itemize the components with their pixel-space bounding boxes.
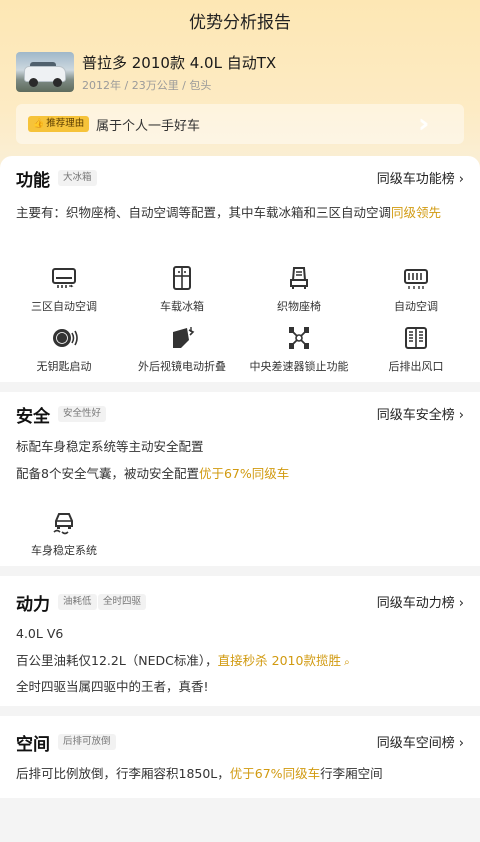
feature-auto-ac: 自动空调 xyxy=(356,264,476,314)
section-title-power: 动力 xyxy=(16,595,50,615)
chevron-right-icon: › xyxy=(458,596,464,611)
power-line-1: 4.0L V6 xyxy=(16,626,64,641)
power-line-3: 全时四驱当属四驱中的王者，真香! xyxy=(16,679,209,694)
power-badge-4wd: 全时四驱 xyxy=(98,594,147,610)
function-badge: 大冰箱 xyxy=(58,170,97,186)
keyless-start-icon xyxy=(50,324,78,352)
power-rank-link[interactable]: 同级车动力榜 › xyxy=(377,592,464,611)
car-title: 普拉多 2010款 4.0L 自动TX xyxy=(82,54,277,72)
section-title-safety: 安全 xyxy=(16,407,50,427)
safety-line-2: 配备8个安全气囊，被动安全配置优于67%同级车 xyxy=(16,466,290,481)
feature-fridge: 车载冰箱 xyxy=(122,264,242,314)
feature-rear-vent: 后排出风口 xyxy=(356,324,476,374)
feature-keyless-start: 无钥匙启动 xyxy=(4,324,124,374)
page-title: 优势分析报告 xyxy=(189,13,291,33)
auto-ac-icon xyxy=(402,264,430,292)
feature-stability-control: 车身稳定系统 xyxy=(4,508,124,558)
space-description: 后排可比例放倒，行李厢容积1850L，优于67%同级车行李厢空间 xyxy=(16,766,383,781)
chevron-right-icon: › xyxy=(458,736,464,751)
stability-control-icon xyxy=(50,508,78,536)
power-badge-fuel: 油耗低 xyxy=(58,594,97,610)
space-card: 空间 后排可放倒 同级车空间榜 › 后排可比例放倒，行李厢容积1850L，优于67… xyxy=(0,716,480,798)
feature-tri-zone-ac: 三区自动空调 xyxy=(4,264,124,314)
chevron-right-icon: › xyxy=(458,408,464,423)
safety-rank-link[interactable]: 同级车安全榜 › xyxy=(377,404,464,423)
car-summary[interactable]: 普拉多 2010款 4.0L 自动TX 2012年 / 23万公里 / 包头 xyxy=(16,52,464,96)
fridge-icon xyxy=(168,264,196,292)
recommend-tag: 👍 推荐理由 xyxy=(28,116,90,132)
safety-line-1: 标配车身稳定系统等主动安全配置 xyxy=(16,439,204,454)
car-meta: 2012年 / 23万公里 / 包头 xyxy=(82,79,212,92)
feature-fabric-seat: 织物座椅 xyxy=(239,264,359,314)
double-chevron-icon: ›› xyxy=(418,109,429,139)
thumbs-up-icon: 👍 xyxy=(33,119,45,129)
feature-mirror-fold: 外后视镜电动折叠 xyxy=(122,324,242,374)
feature-diff-lock: 中央差速器锁止功能 xyxy=(239,324,359,374)
recommend-reason-text: 属于个人一手好车 xyxy=(96,119,201,134)
ac-vent-icon xyxy=(50,264,78,292)
space-badge: 后排可放倒 xyxy=(58,734,116,750)
power-card: 动力 油耗低 全时四驱 同级车动力榜 › 4.0L V6 百公里油耗仅12.2L（… xyxy=(0,576,480,706)
section-title-space: 空间 xyxy=(16,735,50,755)
rear-vent-icon xyxy=(402,324,430,352)
diff-lock-icon xyxy=(285,324,313,352)
chevron-right-icon: › xyxy=(458,172,464,187)
space-rank-link[interactable]: 同级车空间榜 › xyxy=(377,732,464,751)
function-rank-link[interactable]: 同级车功能榜 › xyxy=(377,168,464,187)
search-icon: ⌕ xyxy=(340,657,350,668)
mirror-fold-icon xyxy=(168,324,196,352)
function-description: 主要有：织物座椅、自动空调等配置，其中车载冰箱和三区自动空调同级领先 xyxy=(16,205,442,220)
function-card: 功能 大冰箱 同级车功能榜 › 主要有：织物座椅、自动空调等配置，其中车载冰箱和三… xyxy=(0,156,480,382)
safety-card: 安全 安全性好 同级车安全榜 › 标配车身稳定系统等主动安全配置 配备8个安全气囊… xyxy=(0,392,480,566)
car-thumbnail xyxy=(16,52,74,92)
power-line-2: 百公里油耗仅12.2L（NEDC标准），直接秒杀 2010款揽胜 ⌕ xyxy=(16,653,350,668)
seat-icon xyxy=(285,264,313,292)
compare-link[interactable]: 直接秒杀 2010款揽胜 xyxy=(218,653,341,668)
section-title-function: 功能 xyxy=(16,171,50,191)
recommend-reason: 👍 推荐理由 属于个人一手好车 ›› xyxy=(16,104,464,144)
safety-badge: 安全性好 xyxy=(58,406,107,422)
